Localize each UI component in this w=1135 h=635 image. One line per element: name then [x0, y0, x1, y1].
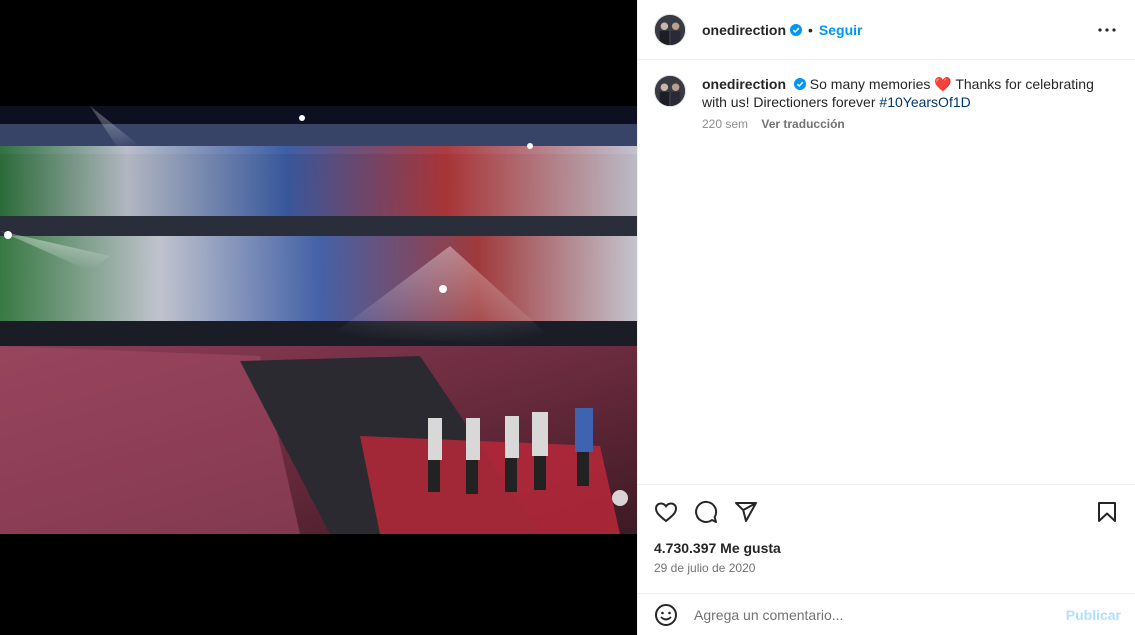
post-age: 220 sem: [702, 117, 749, 131]
caption: onedirection So many memories ❤️ Thanks …: [654, 75, 1119, 131]
comment-input[interactable]: [694, 606, 1066, 623]
verified-badge-icon: [790, 23, 803, 36]
heart-icon[interactable]: [654, 500, 678, 524]
bookmark-icon[interactable]: [1095, 500, 1119, 524]
verified-badge-icon: [793, 78, 806, 90]
post-date: 29 de julio de 2020: [654, 561, 756, 575]
action-bar: [638, 485, 1135, 539]
caption-meta: 220 sem Ver traducción: [702, 117, 1112, 131]
caption-username[interactable]: onedirection: [702, 76, 786, 92]
post-actions-area: 4.730.397 Me gusta 29 de julio de 2020: [638, 484, 1135, 575]
caption-avatar[interactable]: [654, 75, 686, 107]
post-media-pane: [0, 0, 637, 635]
translate-link[interactable]: Ver traducción: [761, 117, 844, 131]
profile-photo-icon: [655, 76, 685, 106]
more-options-icon[interactable]: [1095, 18, 1119, 42]
profile-photo-icon: [655, 14, 685, 45]
follow-button[interactable]: Seguir: [819, 22, 863, 38]
send-icon[interactable]: [734, 500, 758, 524]
post-photo[interactable]: [0, 106, 637, 534]
caption-text: onedirection So many memories ❤️ Thanks …: [702, 75, 1112, 111]
publish-button[interactable]: Publicar: [1066, 607, 1121, 623]
post-header: onedirection • Seguir: [638, 0, 1135, 60]
hashtag-link[interactable]: #10YearsOf1D: [879, 94, 970, 110]
concert-stadium-image: [0, 106, 637, 534]
avatar[interactable]: [654, 13, 686, 46]
emoji-icon[interactable]: [654, 603, 678, 627]
post-side-panel: onedirection • Seguir onedirection So ma…: [637, 0, 1135, 635]
comment-bar: Publicar: [638, 593, 1135, 635]
comments-section: onedirection So many memories ❤️ Thanks …: [638, 61, 1135, 484]
separator-dot: •: [808, 21, 813, 38]
comment-icon[interactable]: [694, 500, 718, 524]
username[interactable]: onedirection: [702, 22, 786, 38]
likes-count[interactable]: 4.730.397 Me gusta: [638, 539, 1135, 557]
